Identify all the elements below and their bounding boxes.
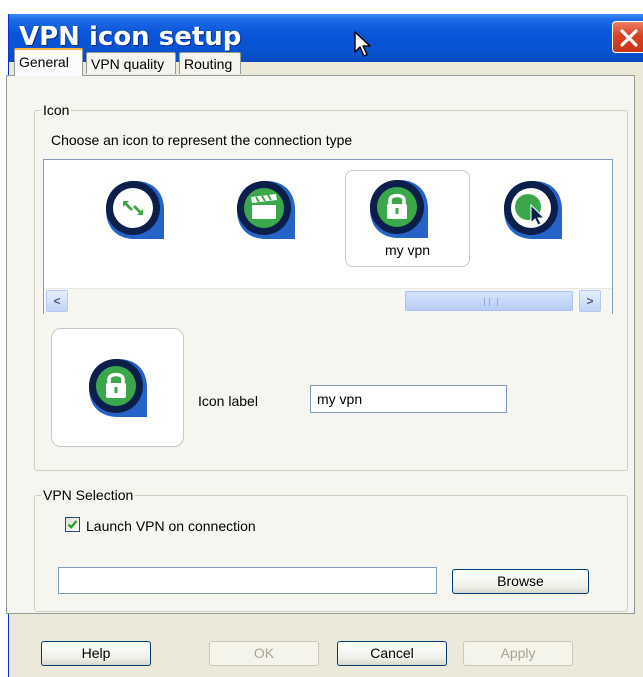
launch-vpn-checkbox[interactable] (65, 517, 80, 532)
vpn-selection-legend: VPN Selection (41, 487, 136, 503)
icon-group-legend: Icon (41, 102, 72, 118)
selected-icon-caption: my vpn (384, 242, 431, 258)
tab-routing[interactable]: Routing (179, 52, 241, 74)
help-button[interactable]: Help (41, 641, 151, 666)
ok-button[interactable]: OK (209, 641, 319, 666)
tab-general[interactable]: General (14, 48, 83, 76)
globe-cursor-icon[interactable] (500, 177, 566, 243)
scroll-left-button[interactable]: < (46, 290, 68, 312)
icon-instruction: Choose an icon to represent the connecti… (51, 132, 353, 148)
padlock-icon[interactable] (366, 176, 432, 242)
close-icon (620, 29, 638, 47)
mouse-cursor-icon (354, 31, 371, 57)
icon-list-scrollbar[interactable]: < > (44, 288, 612, 314)
vpn-selection-group: VPN Selection (34, 487, 628, 612)
tab-vpn-quality[interactable]: VPN quality (86, 52, 176, 74)
browse-button[interactable]: Browse (452, 569, 589, 594)
icon-preview (51, 328, 184, 447)
checkmark-icon (67, 520, 78, 529)
icon-label-input[interactable] (310, 385, 507, 413)
film-clapper-icon[interactable] (233, 177, 299, 243)
apply-button[interactable]: Apply (463, 641, 573, 666)
cancel-button[interactable]: Cancel (337, 641, 447, 666)
scrollbar-thumb[interactable] (405, 291, 573, 311)
scroll-right-button[interactable]: > (579, 290, 601, 312)
close-button[interactable] (612, 21, 643, 53)
chevron-left-icon: < (53, 294, 61, 308)
icon-label-caption: Icon label (198, 393, 258, 409)
padlock-preview-icon (89, 359, 147, 417)
icon-picker-list[interactable]: my vpn < > (43, 159, 613, 314)
launch-vpn-label[interactable]: Launch VPN on connection (86, 518, 256, 534)
arrows-exchange-icon[interactable] (102, 177, 168, 243)
chevron-right-icon: > (586, 294, 594, 308)
vpn-path-input[interactable] (58, 567, 437, 594)
